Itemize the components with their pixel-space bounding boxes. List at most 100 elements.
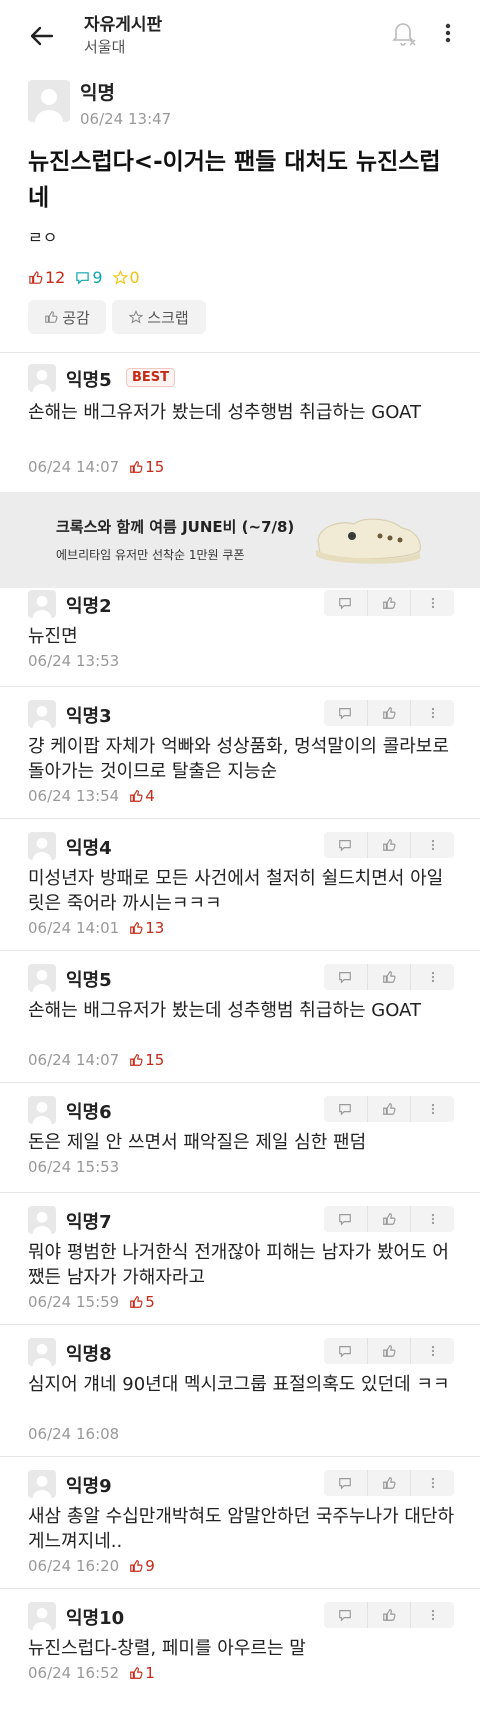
comment-more-button[interactable] [411, 1206, 454, 1232]
comment-author: 익명7 [66, 1212, 112, 1233]
comment-like-button[interactable] [368, 1206, 412, 1232]
avatar [28, 700, 56, 728]
school-name: 서울대 [84, 38, 126, 56]
thumbs-up-icon [130, 1054, 143, 1066]
comment-count: 9 [75, 268, 103, 287]
comment-actions [324, 1602, 454, 1628]
comment-icon [339, 1610, 352, 1622]
back-button[interactable] [22, 16, 62, 56]
more-menu-button[interactable] [436, 18, 460, 48]
comment-author: 익명5 [66, 970, 112, 991]
thumbs-up-icon [383, 971, 396, 983]
comment-like-button[interactable] [368, 1096, 412, 1122]
comment-more-button[interactable] [411, 700, 454, 726]
divider [0, 686, 480, 687]
thumbs-up-icon [383, 707, 396, 719]
comment-like-button[interactable] [368, 1602, 412, 1628]
comment-text: 돈은 제일 안 쓰면서 패악질은 제일 심한 팬덤 [28, 1132, 367, 1153]
comment-icon [339, 1346, 352, 1358]
comment-actions [324, 1338, 454, 1364]
comment-icon [339, 840, 352, 852]
comment-author: 익명8 [66, 1344, 112, 1365]
more-vertical-icon [431, 839, 434, 851]
user-icon [32, 1344, 52, 1366]
comment-time: 06/24 14:07 [28, 458, 120, 476]
comment-time: 06/24 15:59 [28, 1293, 120, 1311]
more-vertical-icon [431, 1103, 434, 1115]
comment-time: 06/24 13:54 [28, 787, 120, 805]
avatar [28, 1470, 56, 1498]
more-vertical-icon [431, 597, 434, 609]
star-icon [112, 270, 128, 285]
user-icon [32, 1476, 52, 1498]
reply-button[interactable] [324, 700, 368, 726]
divider [0, 1456, 480, 1457]
comment-like-count: 15 [129, 458, 164, 476]
user-icon [32, 370, 52, 392]
reply-button[interactable] [324, 1470, 368, 1496]
comment-text: 미성년자 방패로 모든 사건에서 철저히 쉴드치면서 아일릿은 죽어라 까시는ㅋ… [28, 868, 444, 914]
more-vertical-icon [431, 1609, 434, 1621]
reply-button[interactable] [324, 1096, 368, 1122]
thumbs-up-icon [383, 1103, 396, 1115]
divider [0, 1324, 480, 1325]
reply-button[interactable] [324, 1206, 368, 1232]
arrow-left-icon [30, 26, 54, 46]
star-icon [129, 310, 144, 324]
comment-like-button[interactable] [368, 964, 412, 990]
user-icon [32, 1608, 52, 1630]
avatar [28, 1096, 56, 1124]
comment-icon [339, 598, 352, 610]
comment-more-button[interactable] [411, 964, 454, 990]
reply-button[interactable] [324, 964, 368, 990]
best-comment-meta: 06/24 14:07 15 [28, 458, 164, 476]
comment-like-button[interactable] [368, 1338, 412, 1364]
bell-off-icon [392, 23, 416, 46]
notification-off-button[interactable] [388, 18, 418, 48]
user-icon [32, 1212, 52, 1234]
thumbs-up-icon [29, 271, 43, 284]
reply-button[interactable] [324, 1338, 368, 1364]
comment-like-button[interactable] [368, 700, 412, 726]
reply-button[interactable] [324, 1602, 368, 1628]
comment-like-button[interactable] [368, 832, 412, 858]
comment-meta: 06/24 16:52 1 [28, 1664, 155, 1682]
more-vertical-icon [445, 23, 451, 43]
comment-more-button[interactable] [411, 1602, 454, 1628]
more-vertical-icon [431, 1477, 434, 1489]
comment-text: 손해는 배그유저가 봤는데 성추행범 취급하는 GOAT [28, 1000, 421, 1021]
thumbs-up-icon [130, 922, 143, 934]
comment-meta: 06/24 15:53 [28, 1158, 119, 1176]
reply-button[interactable] [324, 832, 368, 858]
comment-actions [324, 1470, 454, 1496]
user-icon [32, 838, 52, 860]
avatar [28, 590, 56, 618]
post-time: 06/24 13:47 [80, 110, 172, 128]
comment-like-button[interactable] [368, 1470, 412, 1496]
comment-more-button[interactable] [411, 590, 454, 616]
thumbs-up-icon [383, 839, 396, 851]
divider [0, 950, 480, 951]
scrap-button[interactable]: 스크랩 [112, 300, 206, 334]
reply-button[interactable] [324, 590, 368, 616]
comment-more-button[interactable] [411, 1470, 454, 1496]
comment-icon [339, 1214, 352, 1226]
comment-more-button[interactable] [411, 832, 454, 858]
scrap-count: 0 [112, 268, 140, 287]
comment-icon [339, 1104, 352, 1116]
user-icon [32, 706, 52, 728]
comment-author: 익명3 [66, 706, 112, 727]
like-button[interactable]: 공감 [28, 300, 106, 334]
comment-meta: 06/24 13:53 [28, 652, 119, 670]
avatar [28, 364, 56, 392]
comment-more-button[interactable] [411, 1338, 454, 1364]
comment-text: 뉴진면 [28, 626, 78, 647]
comment-like-button[interactable] [368, 590, 412, 616]
thumbs-up-icon [383, 1213, 396, 1225]
best-badge: BEST [126, 368, 176, 387]
comment-more-button[interactable] [411, 1096, 454, 1122]
ad-title: 크록스와 함께 여름 JUNE비 (~7/8) [56, 518, 295, 536]
comment-time: 06/24 13:53 [28, 652, 120, 670]
thumbs-up-icon [383, 1345, 396, 1357]
thumbs-up-icon [383, 1609, 396, 1621]
